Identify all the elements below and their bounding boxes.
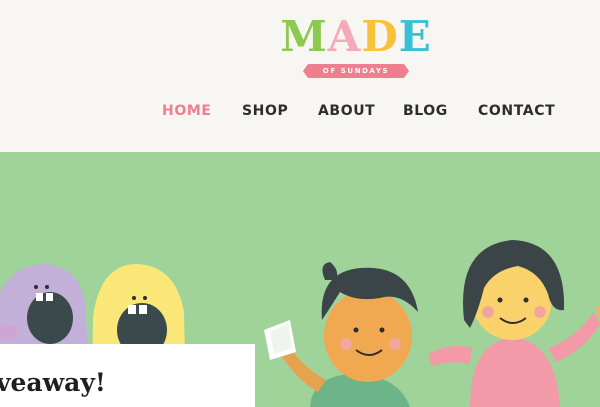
post-title[interactable]: veaway! (0, 366, 106, 400)
girl-illustration (428, 240, 600, 407)
boy-illustration (264, 262, 418, 407)
nav-blog[interactable]: BLOG (403, 100, 448, 122)
logo-letter-m: M (280, 12, 328, 61)
nav-contact[interactable]: CONTACT (478, 100, 555, 122)
nav-shop[interactable]: SHOP (242, 100, 288, 122)
logo-letter-d: D (361, 12, 399, 61)
site-logo[interactable]: MADE OF SUNDAYS (278, 14, 434, 78)
site-header: MADE OF SUNDAYS HOME SHOP ABOUT BLOG CON… (0, 0, 600, 152)
logo-letter-e: E (398, 12, 432, 61)
logo-letter-a: A (327, 12, 362, 61)
featured-post-card[interactable]: veaway! (0, 344, 255, 407)
logo-wordmark: MADE (278, 14, 434, 60)
logo-tagline-ribbon: OF SUNDAYS (303, 64, 409, 78)
nav-about[interactable]: ABOUT (318, 100, 375, 122)
nav-home[interactable]: HOME (162, 100, 212, 122)
main-nav: HOME SHOP ABOUT BLOG CONTACT (0, 100, 600, 122)
